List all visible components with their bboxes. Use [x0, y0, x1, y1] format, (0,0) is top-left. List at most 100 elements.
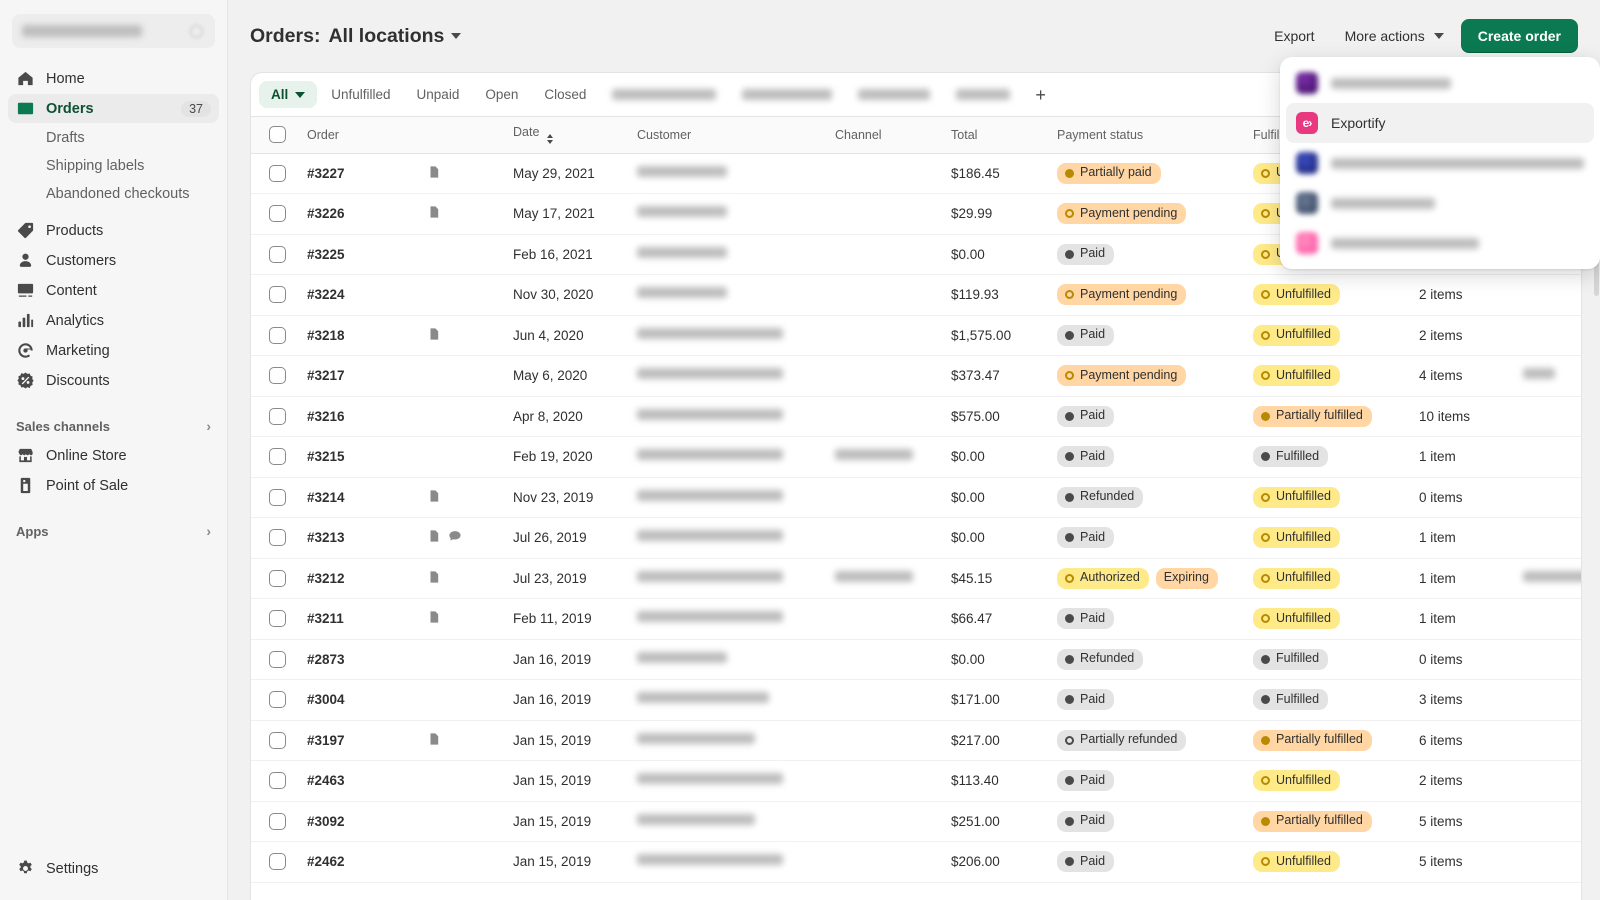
sidebar-item-analytics[interactable]: Analytics — [8, 306, 219, 335]
sidebar-item-customers[interactable]: Customers — [8, 246, 219, 275]
order-number-cell[interactable]: #3225 — [297, 234, 427, 275]
table-row[interactable]: #3092Jan 15, 2019 $251.00PaidPartially f… — [251, 801, 1581, 842]
order-number-cell[interactable]: #3215 — [297, 437, 427, 478]
column-channel[interactable]: Channel — [825, 117, 941, 153]
tab-custom-2[interactable] — [730, 83, 844, 106]
order-number-cell[interactable]: #3226 — [297, 194, 427, 235]
menu-item-exportify[interactable]: e› Exportify — [1286, 103, 1594, 143]
sidebar-item-settings[interactable]: Settings — [8, 854, 219, 883]
row-checkbox[interactable] — [269, 570, 286, 587]
row-checkbox[interactable] — [269, 408, 286, 425]
table-row[interactable]: #2873Jan 16, 2019 $0.00RefundedFulfilled… — [251, 639, 1581, 680]
create-order-button[interactable]: Create order — [1461, 19, 1578, 53]
status-badge: Unfulfilled — [1253, 770, 1340, 791]
order-number-cell[interactable]: #3004 — [297, 680, 427, 721]
column-total[interactable]: Total — [941, 117, 1047, 153]
sidebar-item-discounts[interactable]: Discounts — [8, 366, 219, 395]
order-number-cell[interactable]: #3212 — [297, 558, 427, 599]
sidebar-item-home[interactable]: Home — [8, 64, 219, 93]
row-select-cell — [251, 558, 297, 599]
table-row[interactable]: #3214Nov 23, 2019 $0.00RefundedUnfulfill… — [251, 477, 1581, 518]
order-number-cell[interactable]: #3216 — [297, 396, 427, 437]
row-checkbox[interactable] — [269, 286, 286, 303]
location-filter-select[interactable]: All locations — [328, 25, 461, 48]
tab-unfulfilled[interactable]: Unfulfilled — [319, 81, 402, 108]
table-row[interactable]: #3211Feb 11, 2019 $66.47PaidUnfulfilled1… — [251, 599, 1581, 640]
sidebar-item-content[interactable]: Content — [8, 276, 219, 305]
order-number-cell[interactable]: #3217 — [297, 356, 427, 397]
column-customer[interactable]: Customer — [627, 117, 825, 153]
order-number-cell[interactable]: #2462 — [297, 842, 427, 883]
tags-cell — [1513, 396, 1581, 437]
sidebar-item-shipping-labels[interactable]: Shipping labels — [8, 152, 219, 180]
menu-item-app-1[interactable] — [1286, 63, 1594, 103]
row-checkbox[interactable] — [269, 853, 286, 870]
row-checkbox[interactable] — [269, 448, 286, 465]
table-row[interactable]: #3218Jun 4, 2020 $1,575.00PaidUnfulfille… — [251, 315, 1581, 356]
sidebar-section-apps[interactable]: Apps › — [8, 516, 219, 546]
row-checkbox[interactable] — [269, 489, 286, 506]
table-row[interactable]: #3213Jul 26, 2019 $0.00PaidUnfulfilled1 … — [251, 518, 1581, 559]
tab-custom-3[interactable] — [846, 83, 942, 106]
export-button[interactable]: Export — [1261, 21, 1327, 51]
tab-custom-4[interactable] — [944, 83, 1022, 106]
store-search-input[interactable] — [12, 14, 215, 48]
fulfillment-status-cell: Unfulfilled — [1243, 477, 1409, 518]
order-number-cell[interactable]: #3218 — [297, 315, 427, 356]
column-order[interactable]: Order — [297, 117, 503, 153]
order-number-cell[interactable]: #2873 — [297, 639, 427, 680]
row-checkbox[interactable] — [269, 691, 286, 708]
sidebar-section-sales-channels[interactable]: Sales channels › — [8, 411, 219, 441]
table-row[interactable]: #3216Apr 8, 2020 $575.00PaidPartially fu… — [251, 396, 1581, 437]
tab-all[interactable]: All — [259, 81, 317, 108]
menu-item-app-3[interactable] — [1286, 143, 1594, 183]
table-row[interactable]: #3217May 6, 2020 $373.47Payment pendingU… — [251, 356, 1581, 397]
row-checkbox[interactable] — [269, 205, 286, 222]
order-number-cell[interactable]: #3092 — [297, 801, 427, 842]
order-number-cell[interactable]: #3197 — [297, 720, 427, 761]
row-checkbox[interactable] — [269, 610, 286, 627]
select-all-checkbox[interactable] — [269, 126, 286, 143]
row-checkbox[interactable] — [269, 772, 286, 789]
row-checkbox[interactable] — [269, 327, 286, 344]
row-icons-cell — [427, 720, 503, 761]
row-checkbox[interactable] — [269, 165, 286, 182]
sidebar-item-orders[interactable]: Orders 37 — [8, 94, 219, 123]
table-row[interactable]: #2463Jan 15, 2019 $113.40PaidUnfulfilled… — [251, 761, 1581, 802]
table-row[interactable]: #3212Jul 23, 2019 $45.15AuthorizedExpiri… — [251, 558, 1581, 599]
sidebar-item-drafts[interactable]: Drafts — [8, 124, 219, 152]
table-row[interactable]: #2462Jan 15, 2019 $206.00PaidUnfulfilled… — [251, 842, 1581, 883]
sidebar-item-point-of-sale[interactable]: Point of Sale — [8, 471, 219, 500]
tab-unpaid[interactable]: Unpaid — [405, 81, 472, 108]
table-row[interactable]: #3215Feb 19, 2020 $0.00PaidFulfilled1 it… — [251, 437, 1581, 478]
row-checkbox[interactable] — [269, 367, 286, 384]
menu-item-app-5[interactable] — [1286, 223, 1594, 263]
order-number-cell[interactable]: #3214 — [297, 477, 427, 518]
row-checkbox[interactable] — [269, 529, 286, 546]
menu-item-app-4[interactable] — [1286, 183, 1594, 223]
tab-closed[interactable]: Closed — [532, 81, 598, 108]
order-number-cell[interactable]: #3213 — [297, 518, 427, 559]
tab-custom-1[interactable] — [600, 83, 728, 106]
sidebar-item-online-store[interactable]: Online Store — [8, 441, 219, 470]
row-checkbox[interactable] — [269, 246, 286, 263]
table-row[interactable]: #3197Jan 15, 2019 $217.00Partially refun… — [251, 720, 1581, 761]
sidebar-item-marketing[interactable]: Marketing — [8, 336, 219, 365]
more-actions-button[interactable]: More actions — [1332, 21, 1457, 51]
order-number-cell[interactable]: #3211 — [297, 599, 427, 640]
add-tab-button[interactable]: + — [1024, 83, 1057, 107]
table-row[interactable]: #3004Jan 16, 2019 $171.00PaidFulfilled3 … — [251, 680, 1581, 721]
tab-open[interactable]: Open — [473, 81, 530, 108]
order-number-cell[interactable]: #3227 — [297, 153, 427, 194]
order-number-cell[interactable]: #2463 — [297, 761, 427, 802]
sidebar-item-abandoned-checkouts[interactable]: Abandoned checkouts — [8, 180, 219, 208]
table-row[interactable]: #3224Nov 30, 2020 $119.93Payment pending… — [251, 275, 1581, 316]
sidebar: Home Orders 37 Drafts Shipping labels Ab… — [0, 0, 228, 900]
order-number-cell[interactable]: #3224 — [297, 275, 427, 316]
row-checkbox[interactable] — [269, 813, 286, 830]
column-date[interactable]: Date — [503, 117, 627, 153]
sidebar-item-products[interactable]: Products — [8, 216, 219, 245]
column-payment-status[interactable]: Payment status — [1047, 117, 1243, 153]
row-checkbox[interactable] — [269, 732, 286, 749]
row-checkbox[interactable] — [269, 651, 286, 668]
